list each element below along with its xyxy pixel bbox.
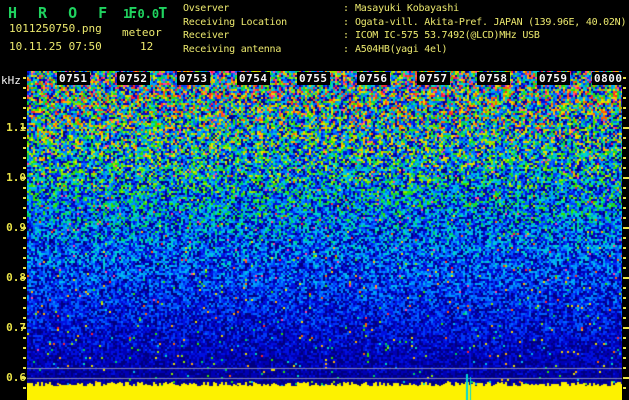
time-tick-label: 0754 [237,72,270,85]
left-tick-mark [21,127,26,129]
info-value: A504HB(yagi 4el) [355,43,448,55]
left-tick-mark [23,97,26,99]
left-tick-mark [21,177,26,179]
y-axis-unit-label: kHz [1,74,21,87]
right-tick-mark [623,277,629,279]
left-tick-mark [23,357,26,359]
right-tick-mark [623,317,626,319]
info-row-antenna: Receiving antenna: A504HB(yagi 4el) [183,43,629,57]
echo-count: 12 [140,40,154,53]
right-tick-mark [623,117,626,119]
left-tick-mark [23,87,26,89]
info-label: Receiver [183,30,230,41]
right-tick-mark [623,167,626,169]
time-tick-label: 0759 [537,72,570,85]
info-colon: : [343,30,349,41]
info-colon: : [343,3,349,14]
right-tick-mark [623,377,629,379]
info-value: ICOM IC-575 53.7492(@LCD)MHz USB [355,30,540,41]
right-tick-mark [623,357,626,359]
left-tick-mark [23,297,26,299]
time-tick-label: 0757 [417,72,450,85]
left-tick-mark [23,107,26,109]
left-tick-mark [23,317,26,319]
left-tick-mark [23,237,26,239]
right-tick-mark [623,337,626,339]
time-tick-label: 0755 [297,72,330,85]
mode-label: meteor [122,26,162,39]
right-tick-mark [623,197,626,199]
left-tick-mark [23,167,26,169]
info-row-location: Receiving Location: Ogata-vill. Akita-Pre… [183,16,629,30]
left-tick-mark [23,287,26,289]
info-value: Masayuki Kobayashi [355,3,459,14]
info-colon: : [343,16,349,28]
left-tick-mark [23,257,26,259]
right-tick-mark [623,257,626,259]
right-tick-mark [623,97,626,99]
time-tick-label: 0756 [357,72,390,85]
observation-datetime: 10.11.25 07:50 [9,40,102,53]
info-label: Receiving antenna [183,43,282,55]
left-tick-mark [23,77,26,79]
right-tick-mark [623,227,629,229]
spectrogram-canvas [27,71,622,400]
right-tick-mark [623,327,629,329]
left-tick-mark [23,217,26,219]
left-tick-mark [23,337,26,339]
right-tick-mark [623,137,626,139]
right-tick-mark [623,387,626,389]
right-tick-mark [623,157,626,159]
left-tick-mark [23,197,26,199]
info-row-observer: Ovserver: Masayuki Kobayashi [183,2,629,16]
info-label: Ovserver [183,3,230,14]
info-label: Receiving Location [183,16,287,28]
right-tick-mark [623,87,626,89]
left-tick-mark [23,147,26,149]
right-tick-mark [623,187,626,189]
right-tick-mark [623,77,626,79]
station-info-block: Ovserver: Masayuki Kobayashi Receiving Lo… [183,2,629,56]
left-tick-mark [23,347,26,349]
left-tick-mark [23,367,26,369]
hrofft-screen: H R O F F T 1.0.0 1011250750.png meteor … [0,0,629,400]
info-value: Ogata-vill. Akita-Pref. JAPAN (139.96E, … [355,16,627,28]
right-tick-mark [623,127,629,129]
left-tick-mark [23,137,26,139]
info-row-receiver: Receiver: ICOM IC-575 53.7492(@LCD)MHz US… [183,29,629,43]
time-tick-label: 0753 [177,72,210,85]
left-tick-mark [23,267,26,269]
left-tick-mark [23,387,26,389]
right-tick-mark [623,147,626,149]
right-tick-mark [623,107,626,109]
left-tick-mark [23,157,26,159]
time-tick-label: 0751 [57,72,90,85]
left-tick-mark [21,377,26,379]
info-colon: : [343,43,349,55]
time-tick-label: 0752 [117,72,150,85]
left-tick-mark [21,227,26,229]
right-tick-mark [623,307,626,309]
left-tick-mark [23,187,26,189]
right-tick-mark [623,287,626,289]
right-tick-mark [623,347,626,349]
right-tick-mark [623,177,629,179]
left-tick-mark [23,247,26,249]
left-tick-mark [21,327,26,329]
right-tick-mark [623,247,626,249]
app-version: 1.0.0 [123,7,160,21]
left-tick-mark [21,277,26,279]
right-tick-mark [623,207,626,209]
left-tick-mark [23,307,26,309]
right-tick-mark [623,217,626,219]
right-tick-mark [623,237,626,239]
left-tick-mark [23,117,26,119]
left-tick-mark [23,207,26,209]
right-tick-mark [623,297,626,299]
right-tick-mark [623,367,626,369]
time-tick-label: 0800 [592,72,625,85]
output-file-name: 1011250750.png [9,22,102,35]
time-tick-label: 0758 [477,72,510,85]
right-tick-mark [623,267,626,269]
